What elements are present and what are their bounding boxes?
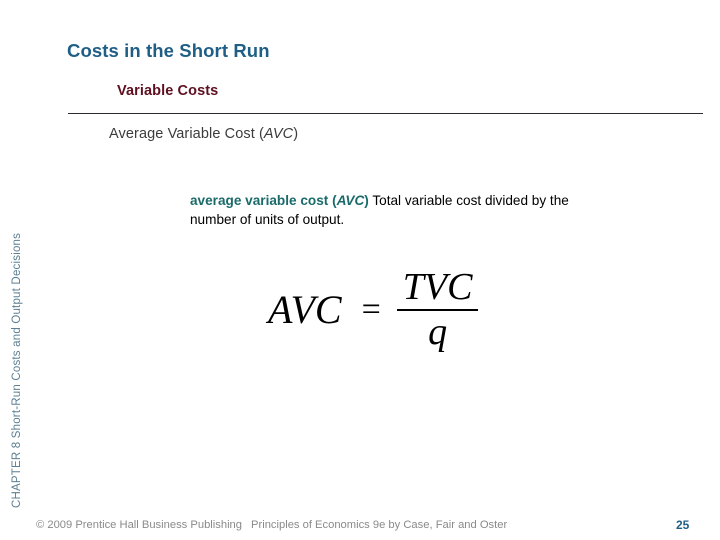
footer-book: Principles of Economics 9e by Case, Fair… (251, 519, 508, 531)
sidebar-chapter-label-text: CHAPTER 8 Short-Run Costs and Output Dec… (11, 232, 23, 508)
equation-denominator: q (428, 310, 448, 353)
definition-term: average variable cost (AVC) (190, 193, 369, 208)
footer-credit: © 2009 Prentice Hall Business Publishing… (36, 519, 507, 531)
section-heading: Variable Costs (117, 83, 219, 99)
section-divider (68, 113, 703, 114)
subsection-heading-tail: ) (293, 126, 299, 142)
equation-operator: = (361, 290, 381, 328)
footer-copyright: © 2009 Prentice Hall Business Publishing (36, 519, 243, 531)
equation-fraction: TVC q (396, 266, 479, 353)
equation-avc: AVC = TVC q (268, 266, 479, 353)
subsection-heading-italic: AVC (263, 126, 294, 142)
slide-canvas: CHAPTER 8 Short-Run Costs and Output Dec… (0, 0, 720, 540)
subsection-heading-main: Average Variable Cost ( (109, 126, 264, 142)
definition-term-main: average variable cost ( (190, 193, 337, 208)
definition-paragraph: average variable cost (AVC) Total variab… (190, 191, 610, 229)
definition-term-italic: AVC (336, 193, 365, 208)
page-title: Costs in the Short Run (67, 40, 270, 61)
sidebar-chapter-label: CHAPTER 8 Short-Run Costs and Output Dec… (0, 0, 26, 540)
equation-numerator: TVC (402, 266, 473, 308)
equation-lhs: AVC (268, 286, 342, 332)
slide-number: 25 (676, 518, 690, 532)
subsection-heading: Average Variable Cost (AVC) (109, 126, 298, 142)
